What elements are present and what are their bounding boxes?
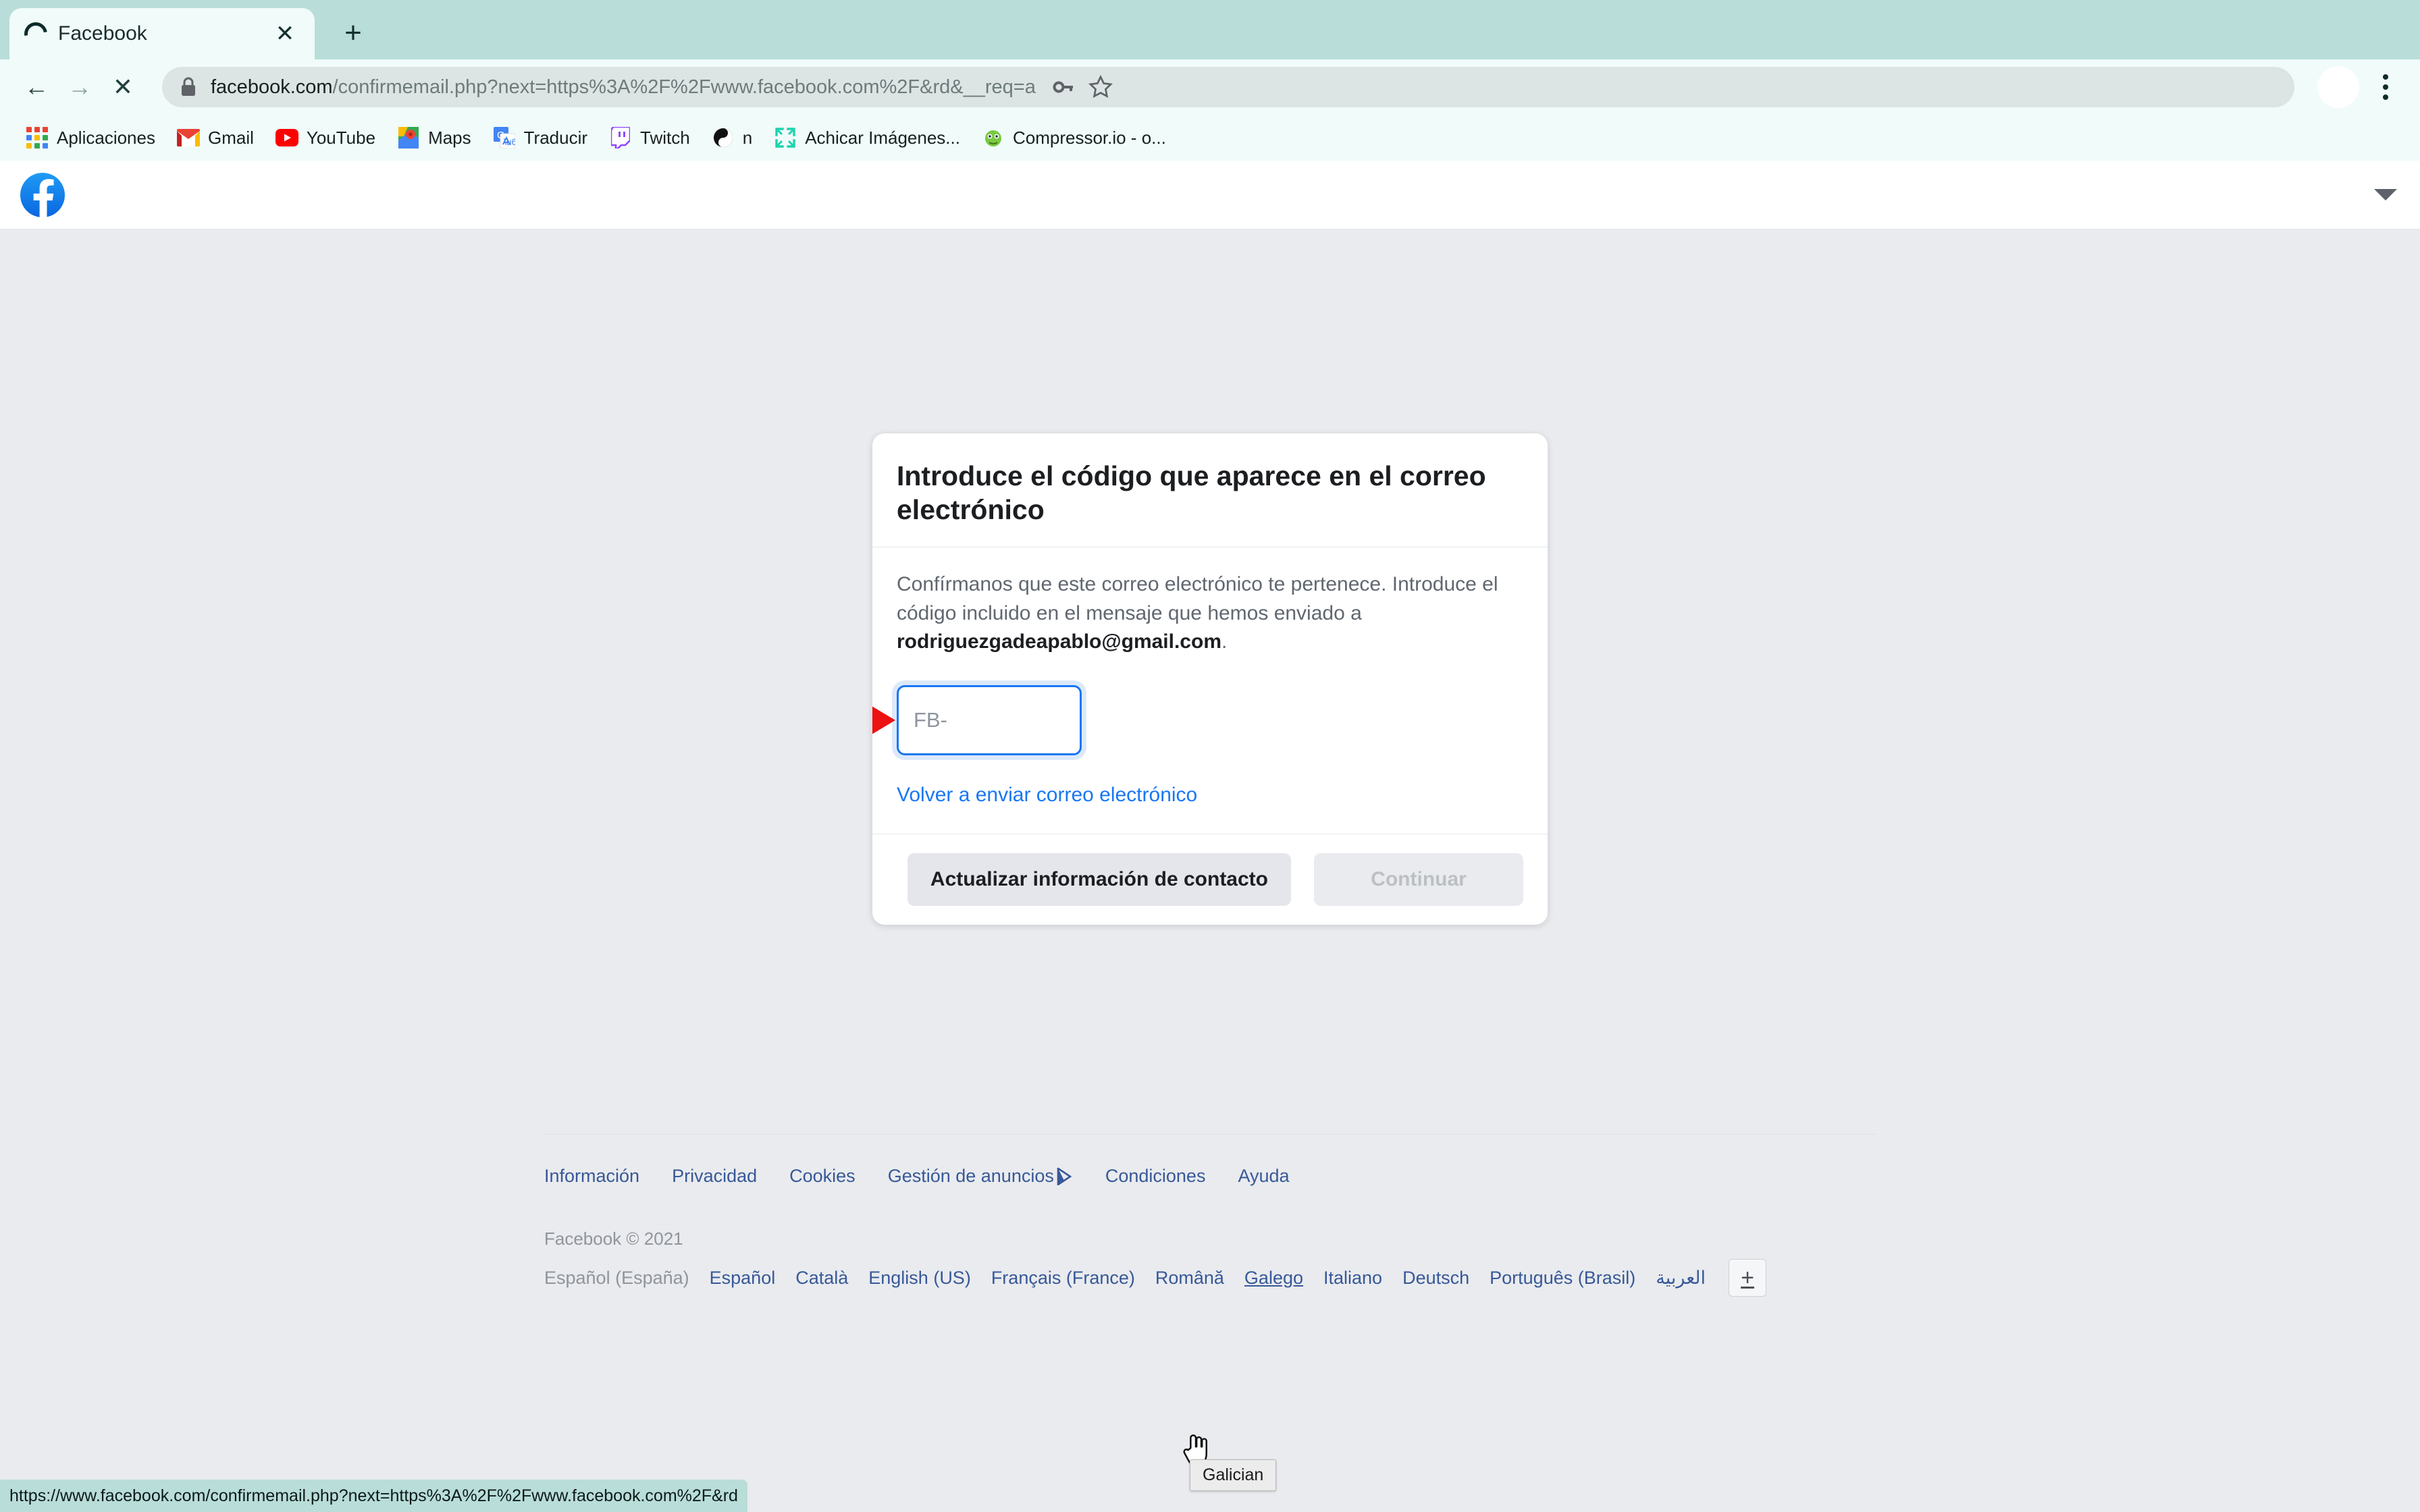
tab-strip: Facebook ✕ + — [0, 0, 2420, 59]
forward-icon[interactable]: → — [58, 65, 101, 109]
bookmark-label: n — [742, 127, 753, 148]
confirmation-code-input[interactable] — [897, 684, 1082, 755]
language-deutsch[interactable]: Deutsch — [1402, 1268, 1469, 1289]
recipient-email: rodriguezgadeapablo@gmail.com — [897, 630, 1221, 653]
bookmarks-bar: Aplicaciones Gmail YouTube Maps \u6 Trad… — [0, 115, 2420, 161]
stop-loading-icon[interactable]: ✕ — [101, 65, 144, 109]
update-contact-info-button[interactable]: Actualizar información de contacto — [907, 853, 1291, 906]
more-languages-button[interactable]: + — [1729, 1259, 1767, 1297]
bookmark-achicar-imagenes[interactable]: Achicar Imágenes... — [763, 119, 971, 156]
bookmark-youtube[interactable]: YouTube — [265, 119, 386, 156]
footer-link-informacion[interactable]: Información — [544, 1166, 639, 1187]
omnibox-actions — [1044, 68, 1120, 106]
address-bar[interactable]: facebook.com/confirmemail.php?next=https… — [162, 67, 2294, 107]
maps-icon — [397, 126, 420, 149]
code-input-wrapper — [872, 684, 1523, 755]
new-tab-button[interactable]: + — [330, 9, 377, 57]
bookmark-traducir[interactable]: G \u6587 Traducir — [482, 119, 598, 156]
language-tooltip: Galician — [1190, 1459, 1277, 1491]
card-footer: Actualizar información de contacto Conti… — [872, 834, 1548, 925]
bookmark-maps[interactable]: Maps — [386, 119, 482, 156]
kebab-menu-icon[interactable] — [2366, 66, 2405, 108]
tab-title: Facebook — [58, 22, 147, 45]
bookmark-label: YouTube — [306, 127, 376, 148]
continue-button: Continuar — [1314, 853, 1523, 906]
language-francais[interactable]: Français (France) — [991, 1268, 1135, 1289]
avatar[interactable] — [2317, 66, 2359, 108]
description-text-2: . — [1221, 630, 1228, 653]
copyright-text: Facebook © 2021 — [544, 1228, 683, 1249]
browser-tab[interactable]: Facebook ✕ — [9, 8, 315, 59]
url-path: /confirmemail.php?next=https%3A%2F%2Fwww… — [332, 76, 1036, 98]
footer-link-condiciones[interactable]: Condiciones — [1105, 1166, 1206, 1187]
bookmark-n[interactable]: n — [701, 119, 763, 156]
bookmark-label: Maps — [428, 127, 471, 148]
apps-grid-icon — [26, 126, 49, 149]
page-footer: Información Privacidad Cookies Gestión d… — [544, 1134, 1876, 1297]
footer-link-cookies[interactable]: Cookies — [789, 1166, 856, 1187]
description-text-1: Confírmanos que este correo electrónico … — [897, 573, 1498, 624]
adchoices-icon — [1057, 1167, 1073, 1185]
translate-icon: G \u6587 — [493, 126, 516, 149]
chevron-down-icon[interactable] — [2374, 189, 2397, 200]
page-title: Introduce el código que aparece en el co… — [897, 460, 1486, 526]
yin-yang-icon — [712, 126, 735, 149]
resize-icon — [774, 126, 797, 149]
facebook-header — [0, 161, 2420, 230]
language-romana[interactable]: Română — [1155, 1268, 1224, 1289]
language-catala[interactable]: Català — [795, 1268, 848, 1289]
footer-link-privacidad[interactable]: Privacidad — [672, 1166, 757, 1187]
bookmark-compressor-io[interactable]: Compressor.io - o... — [971, 119, 1177, 156]
facebook-logo[interactable] — [20, 172, 65, 217]
language-english-us[interactable]: English (US) — [868, 1268, 971, 1289]
lock-icon — [180, 76, 197, 98]
confirm-email-card: Introduce el código que aparece en el co… — [872, 433, 1548, 925]
language-portugues-brasil[interactable]: Português (Brasil) — [1490, 1268, 1635, 1289]
card-body: Confírmanos que este correo electrónico … — [872, 547, 1548, 834]
page-content: Introduce el código que aparece en el co… — [0, 230, 2420, 1511]
gmail-icon — [176, 126, 200, 149]
footer-link-label: Gestión de anuncios — [887, 1166, 1054, 1186]
bookmark-gmail[interactable]: Gmail — [166, 119, 265, 156]
url-host: facebook.com — [211, 76, 333, 98]
bookmark-aplicaciones[interactable]: Aplicaciones — [15, 119, 166, 156]
status-bar-url: https://www.facebook.com/confirmemail.ph… — [0, 1480, 747, 1512]
language-es-es: Español (España) — [544, 1267, 689, 1288]
card-description: Confírmanos que este correo electrónico … — [897, 570, 1523, 657]
youtube-icon — [275, 126, 298, 149]
close-icon[interactable]: ✕ — [270, 19, 300, 49]
bookmark-label: Aplicaciones — [57, 127, 155, 148]
key-icon[interactable] — [1044, 68, 1082, 106]
language-galego[interactable]: Galego — [1244, 1268, 1303, 1289]
card-header: Introduce el código que aparece en el co… — [872, 433, 1548, 548]
bookmark-twitch[interactable]: Twitch — [598, 119, 701, 156]
browser-window: Facebook ✕ + ← → ✕ facebook.com/confirme… — [0, 0, 2420, 1512]
page-viewport: Introduce el código que aparece en el co… — [0, 161, 2420, 1512]
star-icon[interactable] — [1082, 68, 1120, 106]
back-icon[interactable]: ← — [15, 65, 58, 109]
twitch-icon — [609, 126, 632, 149]
language-arabic[interactable]: العربية — [1656, 1268, 1706, 1289]
bookmark-label: Traducir — [523, 127, 588, 148]
address-bar-text: facebook.com/confirmemail.php?next=https… — [211, 76, 1036, 99]
footer-link-ayuda[interactable]: Ayuda — [1238, 1166, 1289, 1187]
bookmark-label: Gmail — [207, 127, 254, 148]
resend-email-link[interactable]: Volver a enviar correo electrónico — [897, 784, 1197, 807]
loading-spinner-icon — [20, 18, 52, 50]
browser-toolbar: ← → ✕ facebook.com/confirmemail.php?next… — [0, 59, 2420, 115]
language-italiano[interactable]: Italiano — [1323, 1268, 1382, 1289]
language-selector: Español (España) Español Català English … — [544, 1259, 1876, 1297]
footer-links: Información Privacidad Cookies Gestión d… — [544, 1135, 1876, 1187]
language-espanol[interactable]: Español — [710, 1268, 776, 1289]
bookmark-label: Achicar Imágenes... — [805, 127, 960, 148]
footer-link-gestion-de-anuncios[interactable]: Gestión de anuncios — [888, 1166, 1073, 1187]
compressor-icon — [982, 126, 1005, 149]
bookmark-label: Compressor.io - o... — [1012, 127, 1166, 148]
bookmark-label: Twitch — [640, 127, 690, 148]
